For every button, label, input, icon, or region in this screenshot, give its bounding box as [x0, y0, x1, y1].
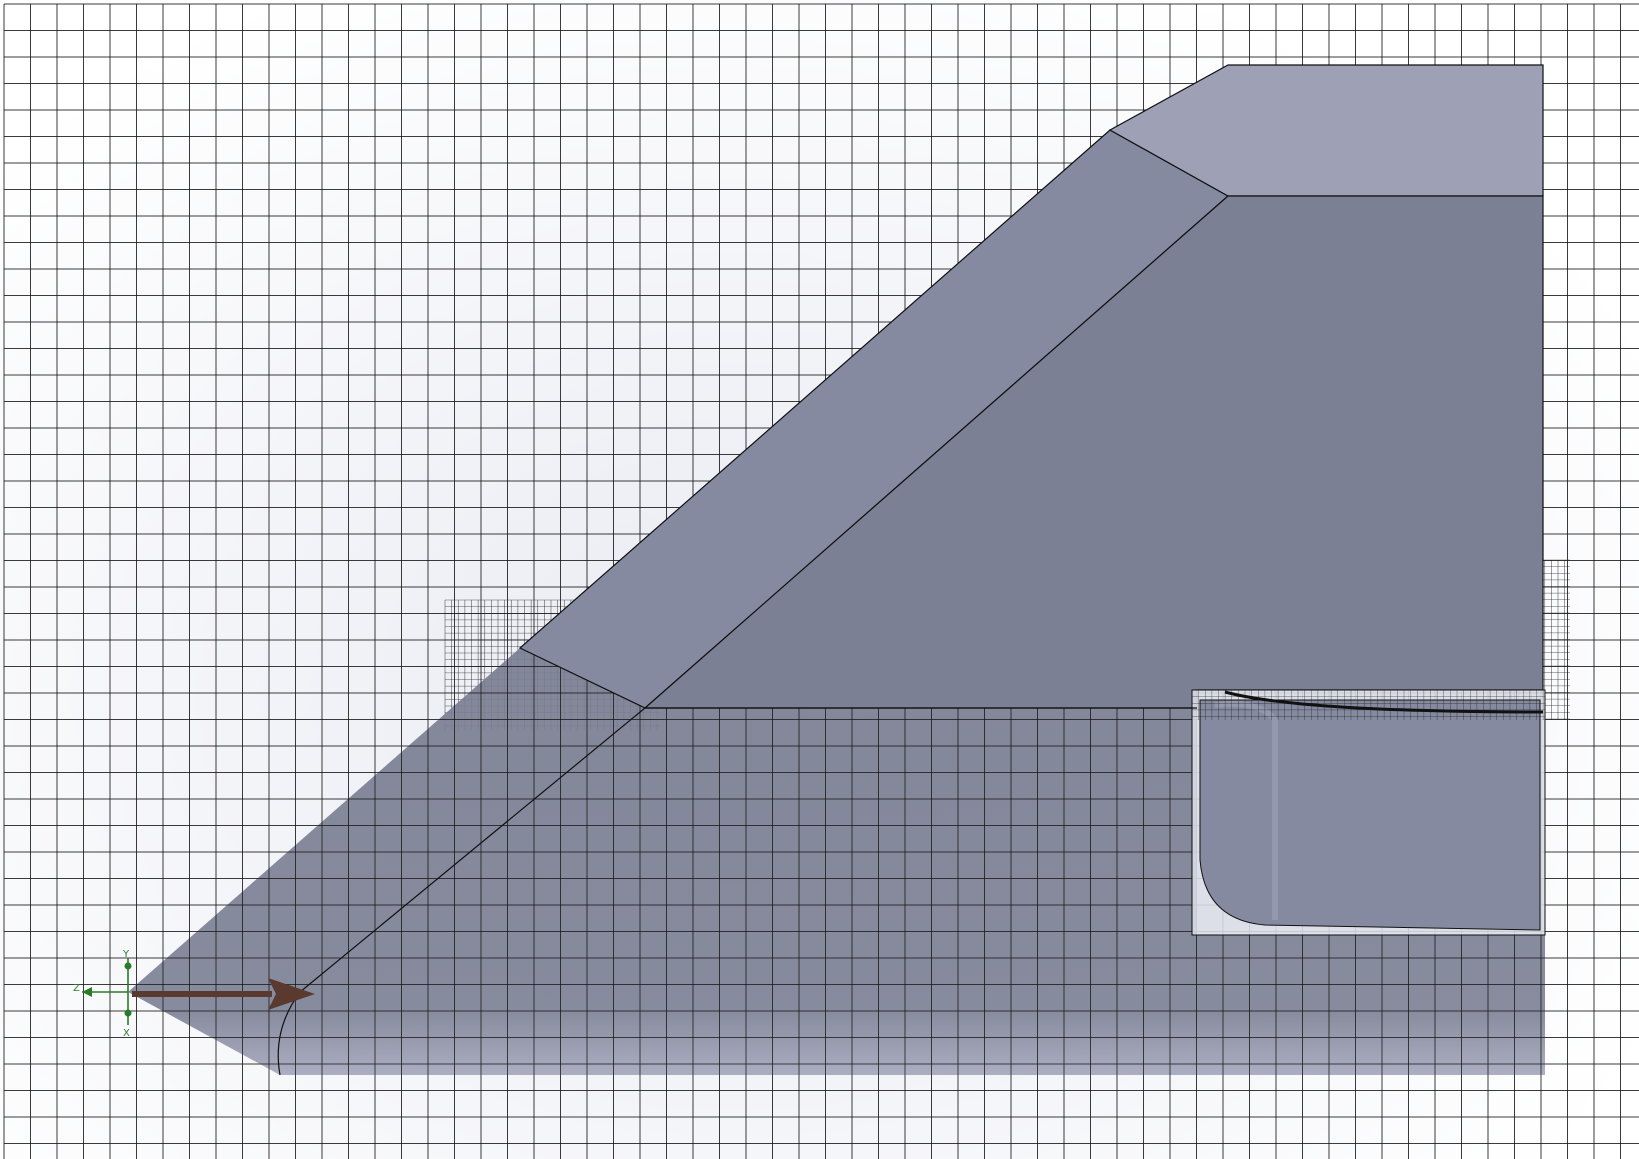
- z-axis-label: Z: [73, 983, 80, 994]
- cavity-region[interactable]: [1191, 689, 1546, 936]
- graphics-viewport[interactable]: Y Z X: [0, 0, 1639, 1159]
- y-axis-handle-icon: [124, 962, 132, 970]
- x-axis-label: X: [123, 1028, 130, 1039]
- coordinate-triad: Y Z X: [73, 949, 132, 1039]
- y-axis-label: Y: [122, 949, 130, 960]
- mesh-view-canvas[interactable]: Y Z X: [0, 0, 1639, 1159]
- x-axis-handle-icon: [124, 1009, 132, 1017]
